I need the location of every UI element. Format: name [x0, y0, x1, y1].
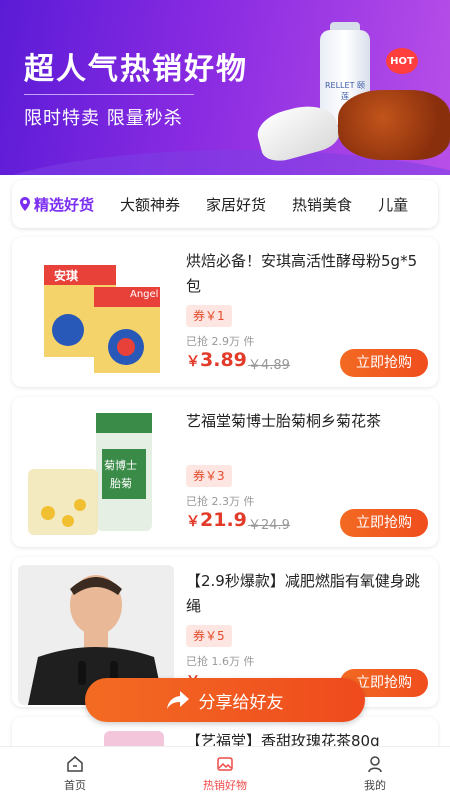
product-card[interactable]: 安琪 Angel 烘焙必备！安琪高活性酵母粉5g*5包 券￥1 已抢 2.9万 … [12, 237, 438, 387]
currency-sign: ￥ [186, 514, 200, 530]
original-price: ￥24.9 [248, 518, 290, 533]
tab-big-coupons[interactable]: 大额神券 [120, 194, 180, 215]
nav-hot-items[interactable]: 热销好物 [150, 747, 300, 800]
category-tabs: 精选好货 大额神券 家居好货 热销美食 儿童 [12, 180, 438, 228]
nav-home[interactable]: 首页 [0, 747, 150, 800]
nav-label: 首页 [64, 778, 86, 792]
hero-banner[interactable]: 超人气热销好物 限时特卖 限量秒杀 RELLET 颐莲 HOT [0, 0, 450, 175]
product-image-yeast: 安琪 Angel [18, 245, 174, 385]
tab-kids[interactable]: 儿童 [378, 194, 408, 215]
share-arrow-icon [166, 691, 189, 709]
tab-label: 儿童 [378, 195, 409, 214]
original-price: ￥4.89 [248, 358, 290, 373]
price-value: 21.9 [200, 509, 247, 531]
thumb-sub-cn: 胎菊 [110, 477, 132, 490]
nav-label: 我的 [364, 778, 386, 792]
tab-label: 家居好货 [206, 195, 267, 214]
sold-count: 已抢 2.9万 件 [186, 335, 255, 348]
image-icon [217, 756, 233, 771]
share-label: 分享给好友 [198, 692, 284, 713]
share-to-friends-button[interactable]: 分享给好友 [85, 678, 365, 722]
tab-label: 精选好货 [34, 195, 95, 214]
product-title: 艺福堂菊博士胎菊桐乡菊花茶 [186, 412, 382, 430]
user-icon [368, 755, 382, 772]
tab-home-goods[interactable]: 家居好货 [206, 194, 266, 215]
thumb-brand-cn: 菊博士 [104, 459, 137, 472]
banner-divider [24, 94, 194, 95]
tab-label: 热销美食 [292, 195, 353, 214]
coupon-badge: 券￥5 [186, 625, 232, 647]
nav-label: 热销好物 [203, 778, 247, 792]
product-image-chrysanthemum-tea: 菊博士 胎菊 [18, 405, 174, 545]
nav-mine[interactable]: 我的 [300, 747, 450, 800]
sold-count: 已抢 1.6万 件 [186, 655, 255, 668]
thumb-brand-cn: 安琪 [54, 269, 79, 283]
current-price: ￥3.89 [186, 349, 247, 371]
hot-badge: HOT [386, 48, 418, 74]
current-price: ￥21.9 [186, 509, 247, 531]
buy-now-button[interactable]: 立即抢购 [340, 509, 428, 537]
home-icon [67, 755, 83, 772]
coupon-badge: 券￥1 [186, 305, 232, 327]
product-card[interactable]: 菊博士 胎菊 艺福堂菊博士胎菊桐乡菊花茶 券￥3 已抢 2.3万 件 ￥21.9… [12, 397, 438, 547]
tab-label: 大额神券 [120, 195, 181, 214]
location-pin-icon [20, 197, 30, 211]
price-value: 3.89 [200, 349, 247, 371]
product-title: 烘焙必备！安琪高活性酵母粉5g*5包 [186, 252, 418, 295]
thumb-brand-en: Angel [130, 289, 159, 300]
banner-subtitle: 限时特卖 限量秒杀 [24, 108, 183, 129]
tab-featured[interactable]: 精选好货 [20, 194, 94, 215]
currency-sign: ￥ [186, 354, 200, 370]
coupon-badge: 券￥3 [186, 465, 232, 487]
banner-title: 超人气热销好物 [24, 52, 248, 87]
buy-now-button[interactable]: 立即抢购 [340, 349, 428, 377]
snack-food-image [338, 90, 450, 160]
bottom-nav: 首页 热销好物 我的 [0, 746, 450, 800]
product-title: 【2.9秒爆款】减肥燃脂有氧健身跳绳 [186, 572, 420, 615]
sold-count: 已抢 2.3万 件 [186, 495, 255, 508]
tab-hot-food[interactable]: 热销美食 [292, 194, 352, 215]
